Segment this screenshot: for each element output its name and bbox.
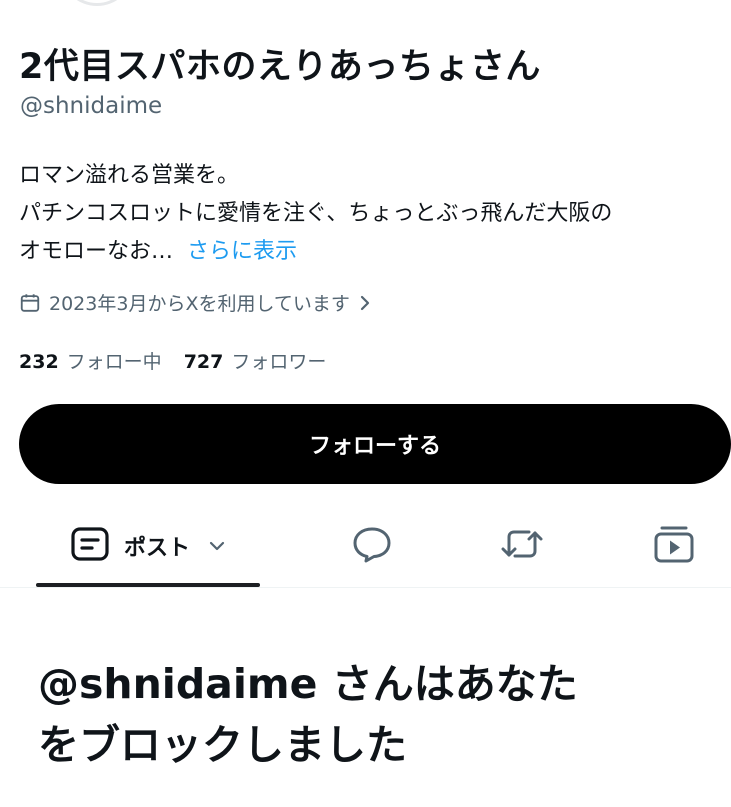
followers-label: フォロワー [231, 351, 327, 373]
tab-media[interactable] [634, 510, 714, 582]
tab-posts[interactable]: ポスト [36, 510, 260, 582]
profile-display-name: 2代目スパホのえりあっちょさん [19, 47, 541, 87]
profile-tabs: ポスト [0, 510, 731, 588]
active-tab-indicator [36, 583, 260, 587]
show-more-link[interactable]: さらに表示 [187, 239, 297, 264]
followers-link[interactable]: 727 フォロワー [184, 347, 327, 374]
joined-date-row[interactable]: 2023年3月からXを利用しています [19, 289, 372, 316]
media-icon [653, 524, 695, 568]
avatar[interactable] [62, 0, 132, 6]
calendar-icon [19, 292, 41, 314]
follow-counts: 232 フォロー中 727 フォロワー [19, 347, 326, 374]
tab-posts-label: ポスト [123, 536, 190, 561]
repost-icon [499, 525, 545, 567]
bio-line-last: オモローなお… さらに表示 [19, 233, 731, 271]
following-label: フォロー中 [66, 351, 162, 373]
bio-line-text: オモローなお… [19, 239, 174, 264]
joined-date-text: 2023年3月からXを利用しています [49, 293, 350, 315]
reply-icon [351, 525, 393, 567]
profile-handle: @shnidaime [20, 93, 163, 119]
bio-line: ロマン溢れる営業を。 [19, 163, 240, 188]
blocked-message: @shnidaime さんはあなた をブロックしました [38, 654, 718, 776]
following-count: 232 [19, 351, 59, 373]
tab-replies[interactable] [332, 510, 412, 582]
chevron-right-icon [358, 294, 372, 312]
profile-bio: ロマン溢れる営業を。 パチンコスロットに愛情を注ぐ、ちょっとぶっ飛んだ大阪の オ… [19, 157, 731, 271]
followers-count: 727 [183, 351, 224, 373]
posts-icon [70, 526, 110, 566]
chevron-down-icon[interactable] [208, 537, 226, 556]
following-link[interactable]: 232 フォロー中 [19, 347, 162, 374]
blocked-message-line: をブロックしました [38, 721, 407, 769]
bio-line: パチンコスロットに愛情を注ぐ、ちょっとぶっ飛んだ大阪の [19, 201, 613, 226]
follow-button[interactable]: フォローする [19, 404, 731, 484]
blocked-message-line: @shnidaime さんはあなた [38, 660, 578, 708]
tab-reposts[interactable] [482, 510, 562, 582]
